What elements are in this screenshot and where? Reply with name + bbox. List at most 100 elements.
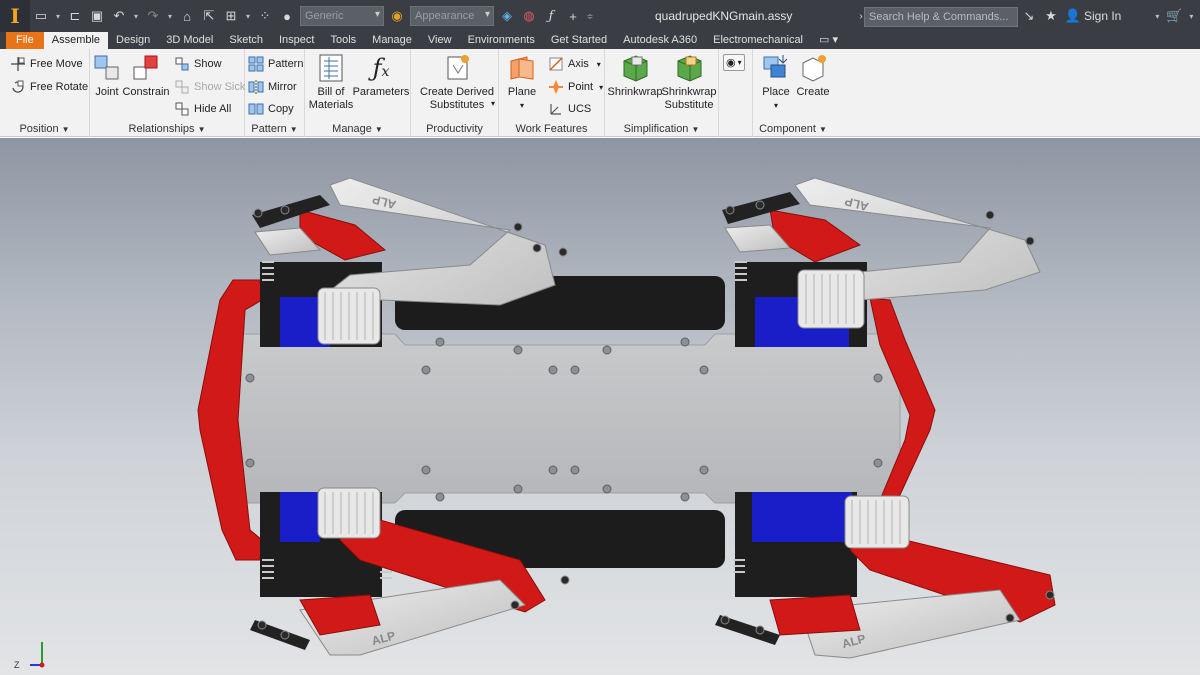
help-dropdown-icon[interactable]: ▾ (1185, 5, 1197, 27)
constrain-button[interactable]: Constrain (122, 53, 170, 99)
show-sick-label: Show Sick (194, 81, 246, 93)
axis-dropdown-icon[interactable]: ▾ (597, 60, 601, 69)
pattern-button[interactable]: Pattern (248, 56, 303, 72)
sign-in-link[interactable]: Sign In (1084, 9, 1121, 23)
panel-work-features: Plane ▾ Axis ▾ Point ▾ UCS Work Features (499, 49, 605, 137)
undo-icon[interactable]: ↶ (108, 5, 130, 27)
new-icon[interactable]: ▭ (30, 5, 52, 27)
favorites-star-icon[interactable]: ★ (1040, 5, 1062, 27)
panel-manage-label[interactable]: Manage ▼ (305, 121, 410, 137)
ribbon: Free Move Free Rotate Position ▼ Joint Co… (0, 49, 1200, 137)
tab-file[interactable]: File (6, 32, 44, 49)
point-dropdown-icon[interactable]: ▾ (599, 83, 603, 92)
fx-icon[interactable]: ƒ (540, 5, 562, 27)
panel-relationships-label[interactable]: Relationships ▼ (90, 121, 244, 137)
quadruped-model: ALP ALP ALP ALP Z (14, 177, 1056, 670)
search-input[interactable]: Search Help & Commands... (864, 7, 1018, 27)
free-rotate-button[interactable]: Free Rotate (10, 79, 88, 95)
shrinkwrap-label: Shrinkwrap (607, 86, 663, 98)
parameters-label: Parameters (352, 86, 410, 98)
cart-icon[interactable]: 🛒 (1163, 5, 1185, 27)
tab-3d-model[interactable]: 3D Model (158, 32, 221, 49)
tab-electromechanical[interactable]: Electromechanical (705, 32, 811, 49)
derived-dropdown-icon[interactable]: ▾ (491, 99, 495, 108)
tab-design[interactable]: Design (108, 32, 158, 49)
select-icon[interactable]: ⇱ (198, 5, 220, 27)
chevron-down-icon: ▼ (374, 125, 383, 134)
customize-dropdown-icon[interactable]: ≑ (584, 5, 596, 27)
update-icon[interactable]: ⊞ (220, 5, 242, 27)
tab-environments[interactable]: Environments (460, 32, 543, 49)
home-icon[interactable]: ⌂ (176, 5, 198, 27)
joint-label: Joint (95, 86, 119, 98)
show-sick-button[interactable]: Show Sick (174, 79, 245, 95)
ribbon-display-toggle[interactable]: ▭ ▾ (811, 32, 846, 49)
create-button[interactable]: Create (795, 53, 831, 99)
copy-icon (248, 101, 264, 117)
ucs-button[interactable]: UCS (548, 101, 591, 117)
undo-dropdown-icon[interactable]: ▾ (130, 5, 142, 27)
tab-get-started[interactable]: Get Started (543, 32, 615, 49)
measure-icon[interactable]: ⁘ (254, 5, 276, 27)
axis-button[interactable]: Axis ▾ (548, 56, 601, 72)
mirror-button[interactable]: Mirror (248, 79, 297, 95)
update-dropdown-icon[interactable]: ▾ (242, 5, 254, 27)
parameters-button[interactable]: ƒx Parameters (352, 53, 410, 99)
tab-inspect[interactable]: Inspect (271, 32, 322, 49)
redo-dropdown-icon[interactable]: ▾ (164, 5, 176, 27)
show-button[interactable]: Show (174, 56, 222, 72)
add-icon[interactable]: + (562, 5, 584, 27)
panel-component-label[interactable]: Component ▼ (753, 121, 833, 137)
panel-simplification-label[interactable]: Simplification ▼ (605, 121, 718, 137)
save-icon[interactable]: ▣ (86, 5, 108, 27)
adjust-icon[interactable]: ◈ (496, 5, 518, 27)
derived-substitutes-icon (442, 53, 472, 83)
parameters-fx-icon: ƒx (372, 54, 390, 82)
joint-button[interactable]: Joint (93, 53, 121, 99)
color-wheel-icon[interactable]: ◉ (386, 5, 408, 27)
hide-all-button[interactable]: Hide All (174, 101, 231, 117)
copy-button[interactable]: Copy (248, 101, 294, 117)
show-sick-icon (174, 79, 190, 95)
constrain-label: Constrain (122, 86, 170, 98)
tab-sketch[interactable]: Sketch (221, 32, 271, 49)
tab-manage[interactable]: Manage (364, 32, 420, 49)
panel-pattern: Pattern Mirror Copy Pattern ▼ (245, 49, 305, 137)
work-features-label-text: Work Features (515, 123, 588, 135)
pattern-icon (248, 56, 264, 72)
shrinkwrap-substitute-button[interactable]: Shrinkwrap Substitute (661, 53, 717, 112)
ucs-label: UCS (568, 103, 592, 115)
redo-icon[interactable]: ↷ (142, 5, 164, 27)
panel-productivity-label: Productivity (411, 121, 498, 137)
chevron-down-icon: ▼ (289, 125, 298, 134)
material-combo[interactable]: Generic (300, 6, 384, 26)
place-dropdown-icon[interactable]: ▾ (774, 99, 778, 112)
plane-button[interactable]: Plane ▾ (505, 53, 539, 112)
shrinkwrap-button[interactable]: Shrinkwrap (607, 53, 663, 99)
clear-override-icon[interactable]: ◍ (518, 5, 540, 27)
tab-tools[interactable]: Tools (322, 32, 364, 49)
place-button[interactable]: Place ▾ (759, 53, 793, 112)
appearance-sphere-icon[interactable]: ● (276, 5, 298, 27)
user-icon[interactable]: 👤 (1062, 5, 1084, 27)
bill-of-materials-button[interactable]: Bill of Materials (308, 53, 354, 112)
sign-in-arrow-icon[interactable]: ↘ (1018, 5, 1040, 27)
open-icon[interactable]: ⊏ (64, 5, 86, 27)
sign-in-dropdown-icon[interactable]: ▾ (1151, 5, 1163, 27)
app-menu-button[interactable]: I (0, 0, 30, 32)
create-derived-substitutes-button[interactable]: Create Derived Substitutes (415, 53, 499, 112)
panel-pattern-label[interactable]: Pattern ▼ (245, 121, 304, 137)
panel-position-label[interactable]: Position ▼ (0, 121, 89, 137)
new-dropdown-icon[interactable]: ▾ (52, 5, 64, 27)
tab-assemble[interactable]: Assemble (43, 32, 109, 49)
tab-autodesk-a360[interactable]: Autodesk A360 (615, 32, 705, 49)
appearance-combo[interactable]: Appearance (410, 6, 494, 26)
shrinkwrap-sub-line2: Substitute (664, 99, 714, 111)
tab-view[interactable]: View (420, 32, 460, 49)
point-button[interactable]: Point ▾ (548, 79, 603, 95)
position-label-text: Position (19, 123, 59, 135)
plane-dropdown-icon[interactable]: ▾ (520, 99, 524, 112)
extra-dropdown-button[interactable]: ◉ ▾ (723, 54, 745, 71)
free-move-button[interactable]: Free Move (10, 56, 83, 72)
graphics-viewport[interactable]: ALP ALP ALP ALP Z (0, 138, 1200, 675)
